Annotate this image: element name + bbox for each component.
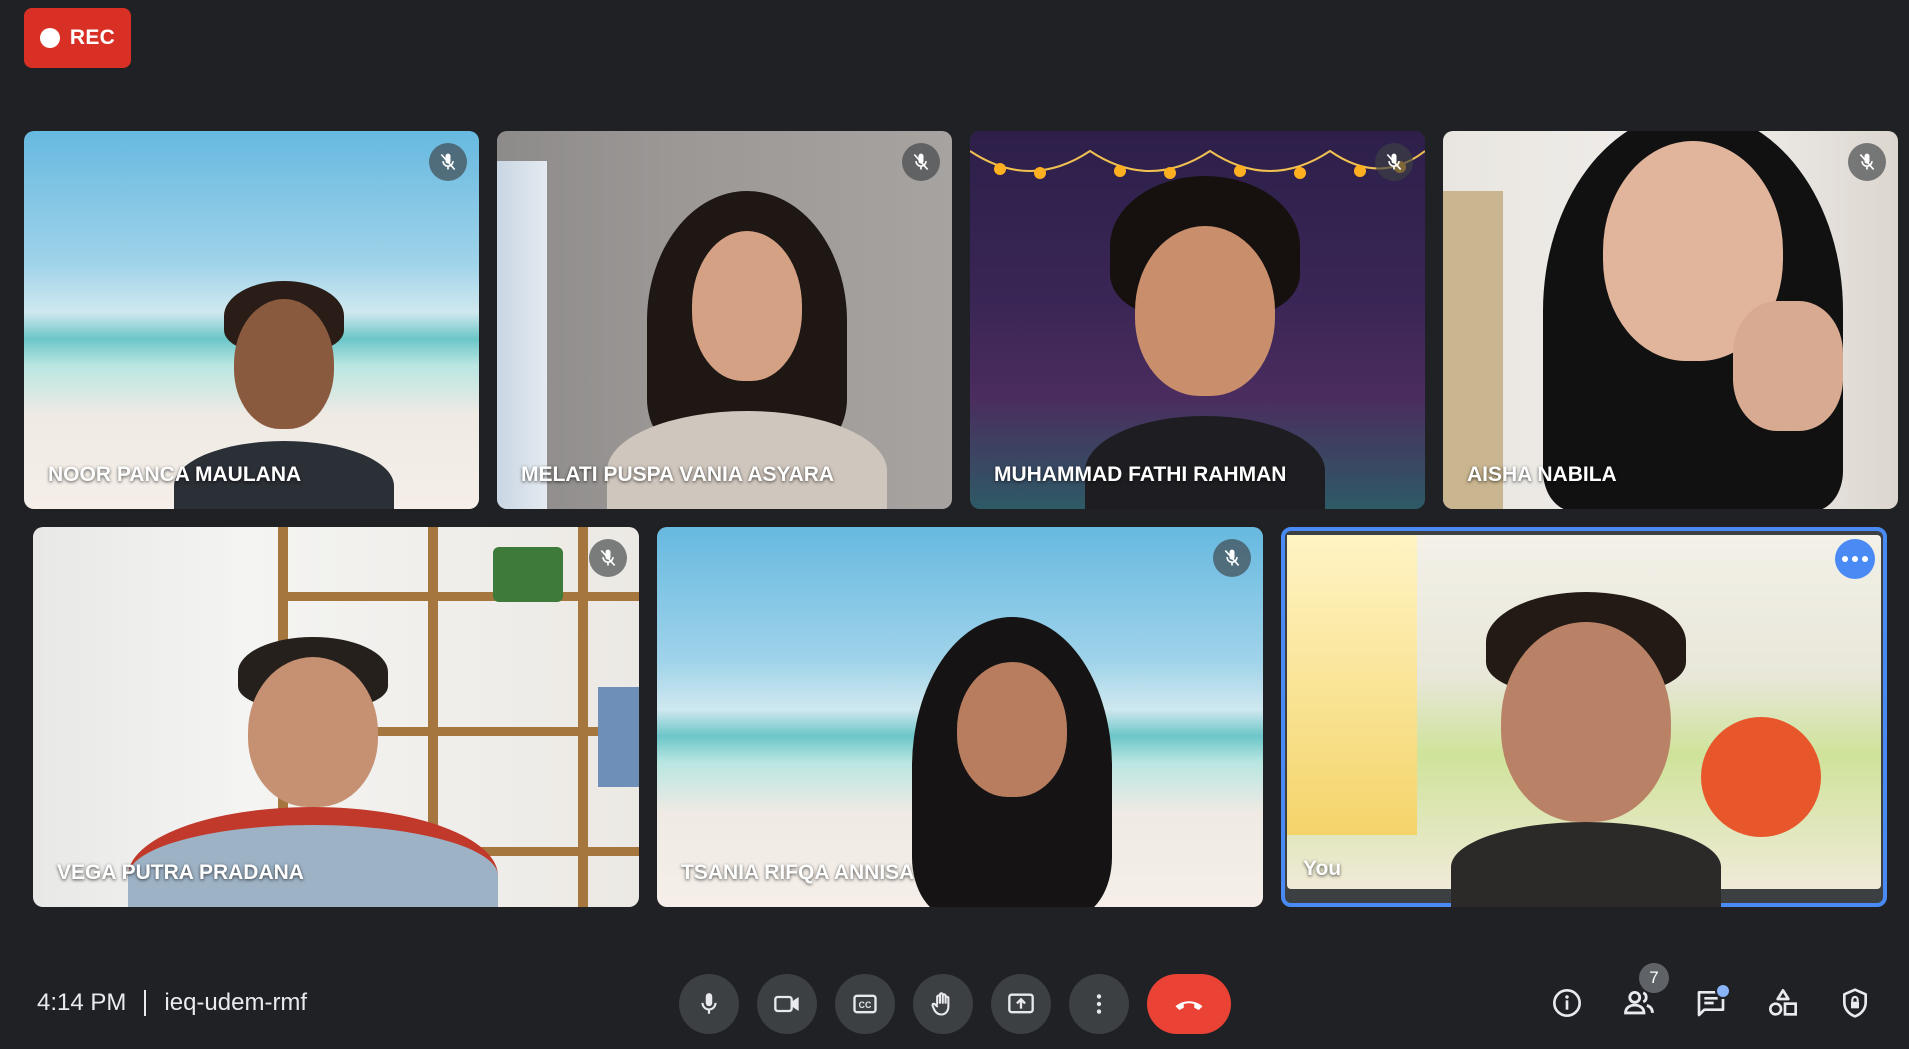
participant-figure: [1543, 131, 1843, 509]
participant-figure: [1085, 176, 1325, 509]
participant-name: VEGA PUTRA PRADANA: [57, 861, 304, 884]
leave-call-button[interactable]: [1147, 974, 1231, 1034]
participant-name: TSANIA RIFQA ANNISA: [681, 861, 915, 884]
curtain: [497, 161, 547, 509]
participant-name: You: [1303, 857, 1342, 880]
participant-name: MELATI PUSPA VANIA ASYARA: [521, 463, 835, 486]
participant-tile[interactable]: MUHAMMAD FATHI RAHMAN: [970, 131, 1425, 509]
self-view-tile[interactable]: You: [1281, 527, 1887, 907]
participant-tile[interactable]: VEGA PUTRA PRADANA: [33, 527, 639, 907]
hang-up-icon: [1175, 1001, 1203, 1010]
muted-mic-icon: [429, 143, 467, 181]
participant-name: AISHA NABILA: [1467, 463, 1617, 486]
mascot-orange: [1701, 717, 1821, 837]
svg-text:CC: CC: [859, 1000, 872, 1010]
muted-mic-icon: [902, 143, 940, 181]
participant-figure: [1451, 592, 1721, 907]
meeting-code: ieq-udem-rmf: [164, 989, 308, 1016]
participant-tile[interactable]: MELATI PUSPA VANIA ASYARA: [497, 131, 952, 509]
muted-mic-icon: [1375, 143, 1413, 181]
hand-icon: [931, 992, 950, 1016]
more-options-button[interactable]: [1835, 539, 1875, 579]
side-panel-controls: 7: [1547, 963, 1875, 1023]
record-dot-icon: [39, 28, 60, 48]
present-icon: [1008, 993, 1034, 1014]
present-screen-button[interactable]: [991, 974, 1051, 1034]
muted-mic-icon: [1848, 143, 1886, 181]
people-button[interactable]: 7: [1619, 963, 1669, 1023]
camera-button[interactable]: [757, 974, 817, 1034]
call-controls: CC: [679, 974, 1231, 1034]
unread-indicator: [1715, 983, 1731, 999]
recording-indicator: REC: [24, 8, 131, 68]
muted-mic-icon: [1213, 539, 1251, 577]
people-count-badge: 7: [1639, 963, 1669, 993]
meeting-time: 4:14 PM: [37, 989, 127, 1016]
host-controls-button[interactable]: [1835, 983, 1875, 1023]
info-icon: [1553, 989, 1581, 1017]
participant-tile[interactable]: AISHA NABILA: [1443, 131, 1898, 509]
camera-icon: [774, 995, 799, 1013]
captions-button[interactable]: CC: [835, 974, 895, 1034]
window: [1287, 535, 1417, 835]
mic-icon: [701, 993, 717, 1014]
string-lights: [970, 141, 1425, 181]
recording-label: REC: [69, 26, 116, 49]
meeting-info-button[interactable]: [1547, 983, 1587, 1023]
raise-hand-button[interactable]: [913, 974, 973, 1034]
participant-tile[interactable]: NOOR PANCA MAULANA: [24, 131, 479, 509]
participant-figure: [607, 191, 887, 509]
participant-name: MUHAMMAD FATHI RAHMAN: [994, 463, 1287, 486]
shapes-icon: [1769, 989, 1797, 1016]
chat-button[interactable]: [1691, 983, 1731, 1023]
muted-mic-icon: [589, 539, 627, 577]
meeting-details: 4:14 PM ieq-udem-rmf: [37, 986, 307, 1020]
activities-button[interactable]: [1763, 983, 1803, 1023]
shield-lock-icon: [1843, 988, 1867, 1018]
participant-tile[interactable]: TSANIA RIFQA ANNISA: [657, 527, 1263, 907]
more-vert-icon: [1096, 994, 1102, 1014]
more-options-button[interactable]: [1069, 974, 1129, 1034]
captions-icon: CC: [853, 994, 877, 1014]
door: [1443, 191, 1503, 509]
participant-figure: [912, 617, 1112, 907]
microphone-button[interactable]: [679, 974, 739, 1034]
divider: [144, 990, 147, 1016]
participant-name: NOOR PANCA MAULANA: [48, 463, 302, 486]
